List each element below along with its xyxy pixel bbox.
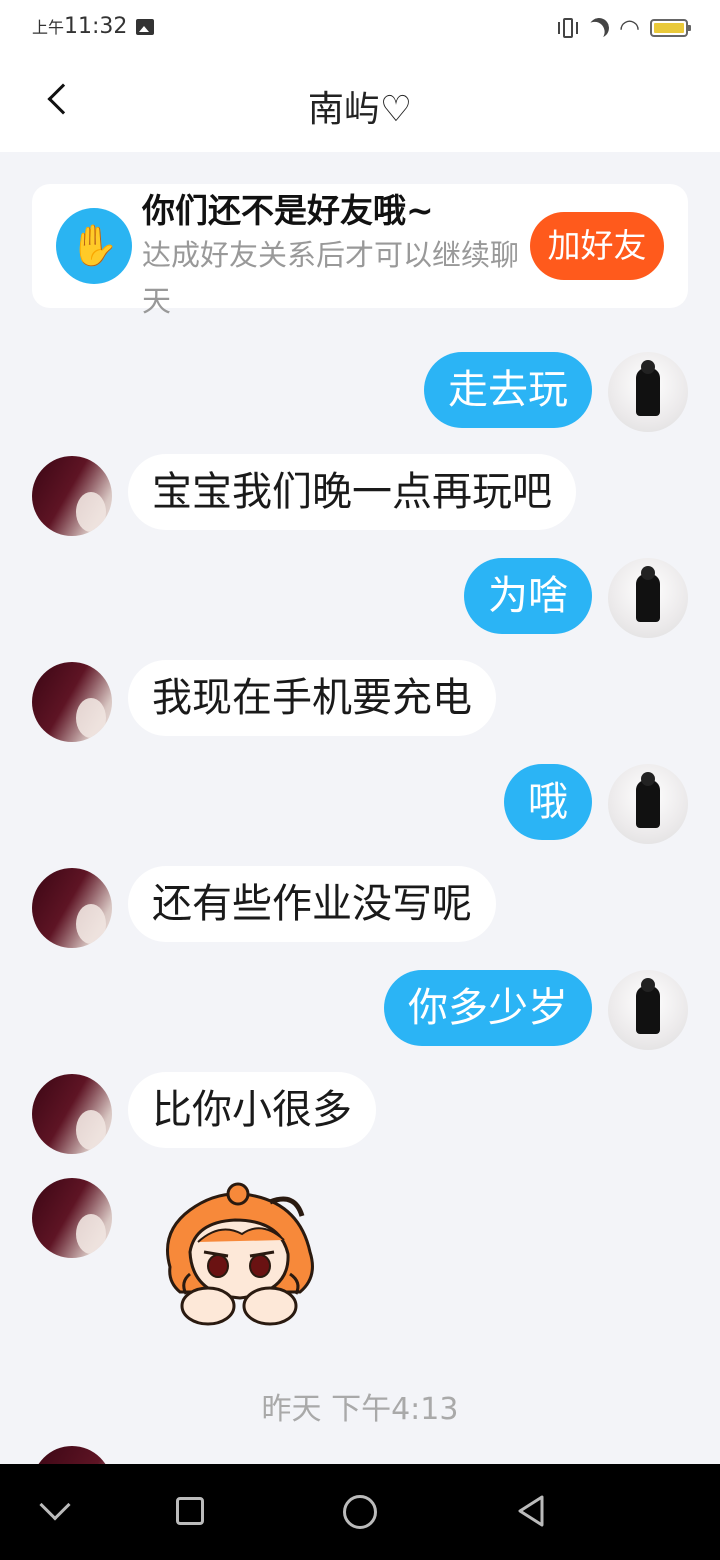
notice-title: 你们还不是好友哦~	[142, 191, 434, 230]
image-notification-icon	[136, 19, 154, 35]
status-bar: 上午11:32 ◠	[0, 0, 720, 56]
self-avatar[interactable]	[608, 558, 688, 638]
contact-avatar[interactable]	[32, 868, 112, 948]
message-bubble-other[interactable]: 比你小很多	[128, 1072, 376, 1148]
sticker-image[interactable]	[150, 1182, 330, 1332]
message-bubble-other[interactable]: 我现在手机要充电	[128, 660, 496, 736]
notice-description: 达成好友关系后才可以继续聊天	[142, 238, 520, 318]
message-bubble-self[interactable]: 为啥	[464, 558, 592, 634]
message-bubble-self[interactable]: 你多少岁	[384, 970, 592, 1046]
message-bubble-other[interactable]: 宝宝我们晚一点再玩吧	[128, 454, 576, 530]
self-avatar[interactable]	[608, 970, 688, 1050]
do-not-disturb-icon	[587, 16, 610, 39]
add-friend-button[interactable]: 加好友	[530, 212, 664, 280]
contact-avatar[interactable]	[32, 456, 112, 536]
chat-title: 南屿♡	[307, 89, 413, 130]
wave-hand-icon: ✋	[56, 208, 132, 284]
not-friends-notice: ✋ 你们还不是好友哦~ 达成好友关系后才可以继续聊天 加好友	[32, 184, 688, 318]
message-bubble-other[interactable]: 还有些作业没写呢	[128, 866, 496, 942]
contact-avatar[interactable]	[32, 662, 112, 742]
contact-avatar[interactable]	[32, 1178, 112, 1258]
status-icons: ◠	[557, 14, 691, 42]
vibrate-icon	[557, 16, 579, 40]
status-ampm: 上午	[32, 18, 65, 37]
self-avatar[interactable]	[608, 352, 688, 432]
message-bubble-self[interactable]: 哦	[504, 764, 592, 840]
message-timestamp: 昨天 下午4:13	[261, 1392, 459, 1427]
status-time: 上午11:32	[32, 14, 127, 39]
recents-button-icon[interactable]	[176, 1497, 204, 1525]
battery-icon	[650, 19, 691, 37]
status-clock: 11:32	[64, 14, 128, 39]
system-nav-bar	[0, 1464, 720, 1560]
message-bubble-self[interactable]: 走去玩	[424, 352, 592, 428]
contact-avatar[interactable]	[32, 1074, 112, 1154]
home-button-icon[interactable]	[343, 1495, 377, 1529]
chat-header: 南屿♡	[0, 56, 720, 152]
self-avatar[interactable]	[608, 764, 688, 844]
wifi-icon: ◠	[619, 14, 640, 42]
hide-keyboard-chevron-icon[interactable]	[39, 1489, 71, 1521]
